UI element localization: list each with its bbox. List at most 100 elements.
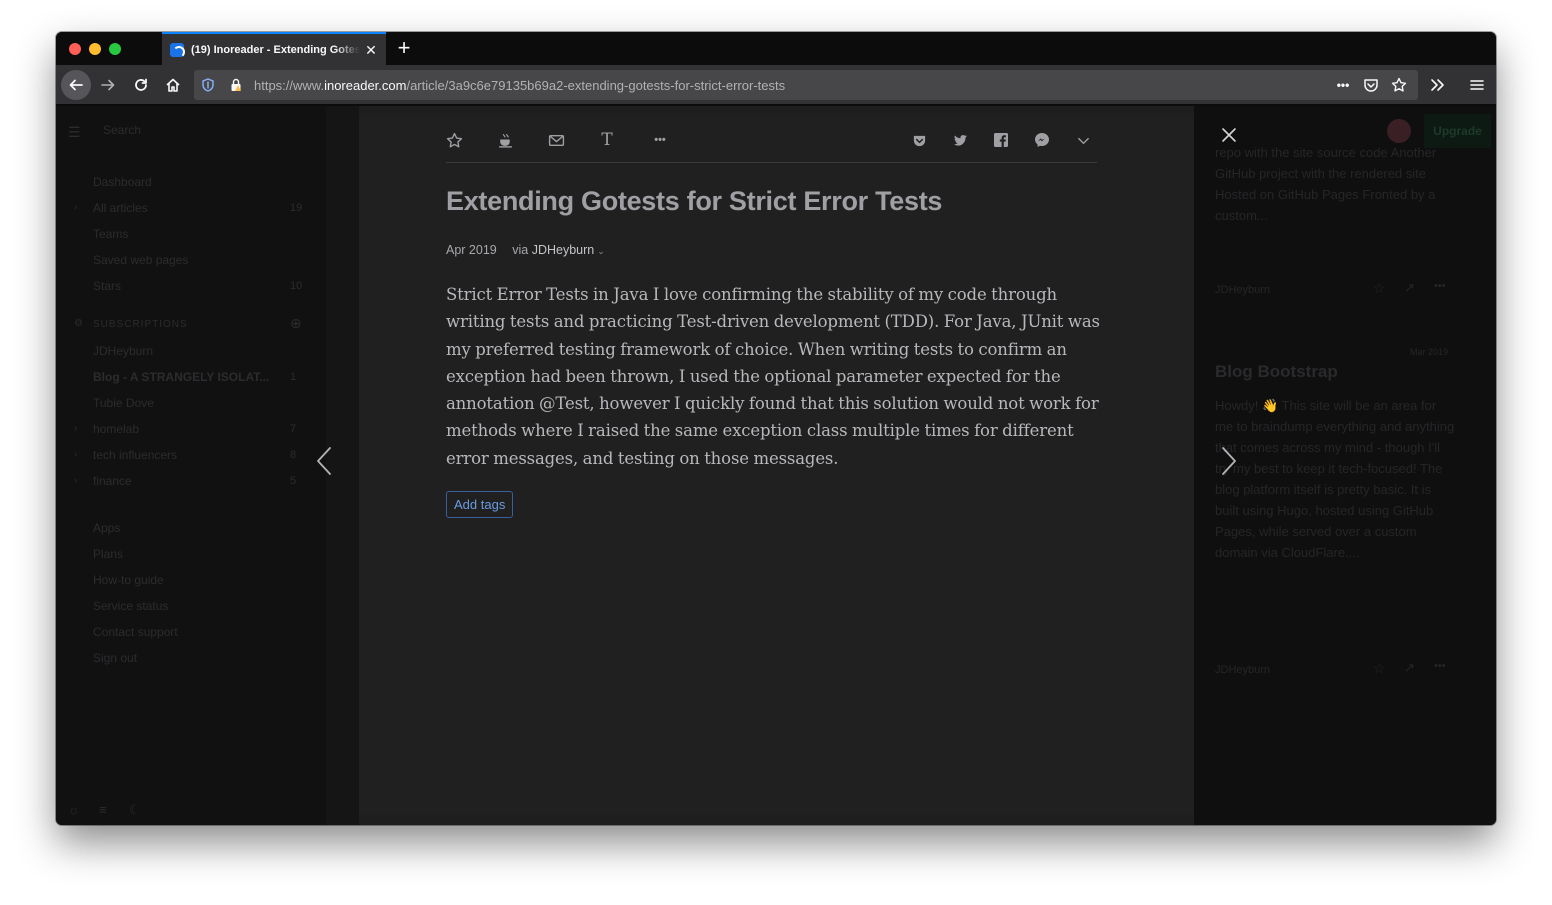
minimize-window-button[interactable] <box>89 43 101 55</box>
coffee-read-later-icon[interactable] <box>495 130 515 150</box>
via-label: via <box>512 243 529 257</box>
upgrade-button[interactable]: Upgrade <box>1424 114 1491 148</box>
card-excerpt[interactable]: repo with the site source code Another G… <box>1215 142 1455 226</box>
card-author: JDHeyburn <box>1215 664 1271 676</box>
expand-icon[interactable]: › <box>74 475 77 486</box>
tracking-protection-shield-icon[interactable] <box>200 77 216 93</box>
sidebar-feed-blog[interactable]: Blog - A STRANGELY ISOLAT... <box>93 370 269 384</box>
more-icon[interactable]: ••• <box>1434 660 1446 672</box>
tab-strip: (19) Inoreader - Extending Gotests for S… <box>56 32 1496 65</box>
zoom-window-button[interactable] <box>109 43 121 55</box>
next-article-arrow-icon[interactable] <box>1219 444 1239 478</box>
new-tab-button[interactable]: + <box>394 37 414 59</box>
theme-dark-icon[interactable]: ☾ <box>129 802 141 818</box>
back-button[interactable] <box>61 70 91 100</box>
close-window-button[interactable] <box>69 43 81 55</box>
inoreader-favicon-icon <box>170 42 185 58</box>
more-icon[interactable]: ••• <box>1434 280 1446 292</box>
sidebar-count: 19 <box>290 202 303 214</box>
avatar[interactable] <box>1387 119 1411 143</box>
card-date: Mar 2019 <box>1410 347 1449 357</box>
tab-title: (19) Inoreader - Extending Gotests for S… <box>191 43 360 56</box>
sidebar-item-stars[interactable]: Stars <box>93 279 121 293</box>
sidebar-link-plans[interactable]: Plans <box>93 547 123 561</box>
sidebar-item-teams[interactable]: Teams <box>93 227 128 241</box>
previous-article-arrow-icon[interactable] <box>314 444 334 478</box>
sidebar-count: 10 <box>290 280 303 292</box>
app-content: ☰ Search Dashboard › All articles 19 Tea… <box>56 106 1496 825</box>
pocket-icon[interactable] <box>1363 77 1379 93</box>
expand-icon[interactable]: › <box>74 423 77 434</box>
sidebar-link-sign-out[interactable]: Sign out <box>93 651 137 665</box>
sidebar-folder-tech-influencers[interactable]: tech influencers <box>93 448 177 462</box>
twitter-icon[interactable] <box>950 130 970 150</box>
url-domain: inoreader.com <box>324 78 407 93</box>
article-modal: T ••• Extending Gotests for Strict Error… <box>359 116 1194 815</box>
menu-toggle-icon[interactable]: ☰ <box>68 124 81 141</box>
article-author-link[interactable]: JDHeyburn <box>532 243 595 257</box>
expand-icon[interactable]: › <box>74 202 77 213</box>
close-tab-icon[interactable]: ✕ <box>364 43 378 57</box>
reload-button[interactable] <box>126 70 156 100</box>
card-author: JDHeyburn <box>1215 284 1271 296</box>
star-icon[interactable]: ☆ <box>1373 660 1386 677</box>
add-subscription-icon[interactable]: ⊕ <box>290 315 302 332</box>
pocket-icon[interactable] <box>909 130 929 150</box>
sidebar-feed-jdheyburn[interactable]: JDHeyburn <box>93 344 153 358</box>
address-bar[interactable]: https://www.inoreader.com/article/3a9c6e… <box>194 70 1418 100</box>
forward-button[interactable] <box>93 70 123 100</box>
chevron-down-icon[interactable] <box>1073 130 1093 150</box>
sidebar-folder-finance[interactable]: finance <box>93 474 132 488</box>
sidebar-link-how-to-guide[interactable]: How-to guide <box>93 573 164 587</box>
overflow-menu-button[interactable] <box>1422 70 1452 100</box>
subscriptions-header: SUBSCRIPTIONS <box>93 319 188 330</box>
expand-icon[interactable]: › <box>74 449 77 460</box>
site-security-lock-icon[interactable] <box>228 77 244 93</box>
email-icon[interactable] <box>546 130 566 150</box>
sidebar-count: 5 <box>290 475 297 487</box>
chevron-down-icon[interactable]: ⌄ <box>597 246 605 256</box>
browser-tab-active[interactable]: (19) Inoreader - Extending Gotests for S… <box>162 32 386 65</box>
sidebar-item-all-articles[interactable]: All articles <box>93 201 148 215</box>
messenger-icon[interactable] <box>1032 130 1052 150</box>
sidebar-count: 7 <box>290 423 297 435</box>
card-excerpt[interactable]: Howdy! 👋 This site will be an area for m… <box>1215 395 1455 563</box>
sidebar-item-dashboard[interactable]: Dashboard <box>93 175 152 189</box>
reload-icon <box>135 78 147 91</box>
url-text[interactable]: https://www.inoreader.com/article/3a9c6e… <box>254 78 785 93</box>
double-chevron-right-icon <box>1431 79 1444 91</box>
article-body: Strict Error Tests in Java I love confir… <box>446 285 1100 468</box>
home-button[interactable] <box>158 70 188 100</box>
text-size-icon[interactable]: T <box>597 130 617 150</box>
sidebar-link-apps[interactable]: Apps <box>93 521 120 535</box>
arrow-right-icon <box>101 79 115 91</box>
app-menu-button[interactable] <box>1462 70 1492 100</box>
bookmark-star-icon[interactable] <box>1391 77 1407 93</box>
star-icon[interactable]: ☆ <box>1373 280 1386 297</box>
more-options-icon[interactable]: ••• <box>648 130 672 150</box>
theme-light-icon[interactable]: ☼ <box>68 802 80 817</box>
card-title[interactable]: Blog Bootstrap <box>1215 362 1338 382</box>
sidebar-search-input[interactable]: Search <box>103 123 141 137</box>
sidebar-count: 8 <box>290 449 297 461</box>
article-toolbar: T ••• <box>446 116 1097 163</box>
star-icon[interactable] <box>444 130 464 150</box>
gear-icon[interactable]: ⚙ <box>74 318 83 329</box>
layout-list-icon[interactable]: ≡ <box>99 802 107 817</box>
close-article-icon[interactable] <box>1218 124 1240 146</box>
open-external-icon[interactable]: ↗ <box>1404 280 1415 296</box>
sidebar: ☰ Search Dashboard › All articles 19 Tea… <box>56 106 326 825</box>
page-actions-button[interactable]: ••• <box>1332 77 1354 93</box>
sidebar-link-service-status[interactable]: Service status <box>93 599 168 613</box>
open-external-icon[interactable]: ↗ <box>1404 660 1415 676</box>
home-icon <box>166 78 180 92</box>
facebook-icon[interactable] <box>991 130 1011 150</box>
sidebar-folder-homelab[interactable]: homelab <box>93 422 139 436</box>
add-tags-button[interactable]: Add tags <box>446 491 514 518</box>
sidebar-link-contact-support[interactable]: Contact support <box>93 625 178 639</box>
sidebar-feed-tubie-dove[interactable]: Tubie Dove <box>93 396 154 410</box>
article-title[interactable]: Extending Gotests for Strict Error Tests <box>446 186 942 217</box>
sidebar-item-saved-web-pages[interactable]: Saved web pages <box>93 253 188 267</box>
right-article-column: repo with the site source code Another G… <box>1194 106 1496 825</box>
hamburger-menu-icon <box>1470 80 1484 90</box>
